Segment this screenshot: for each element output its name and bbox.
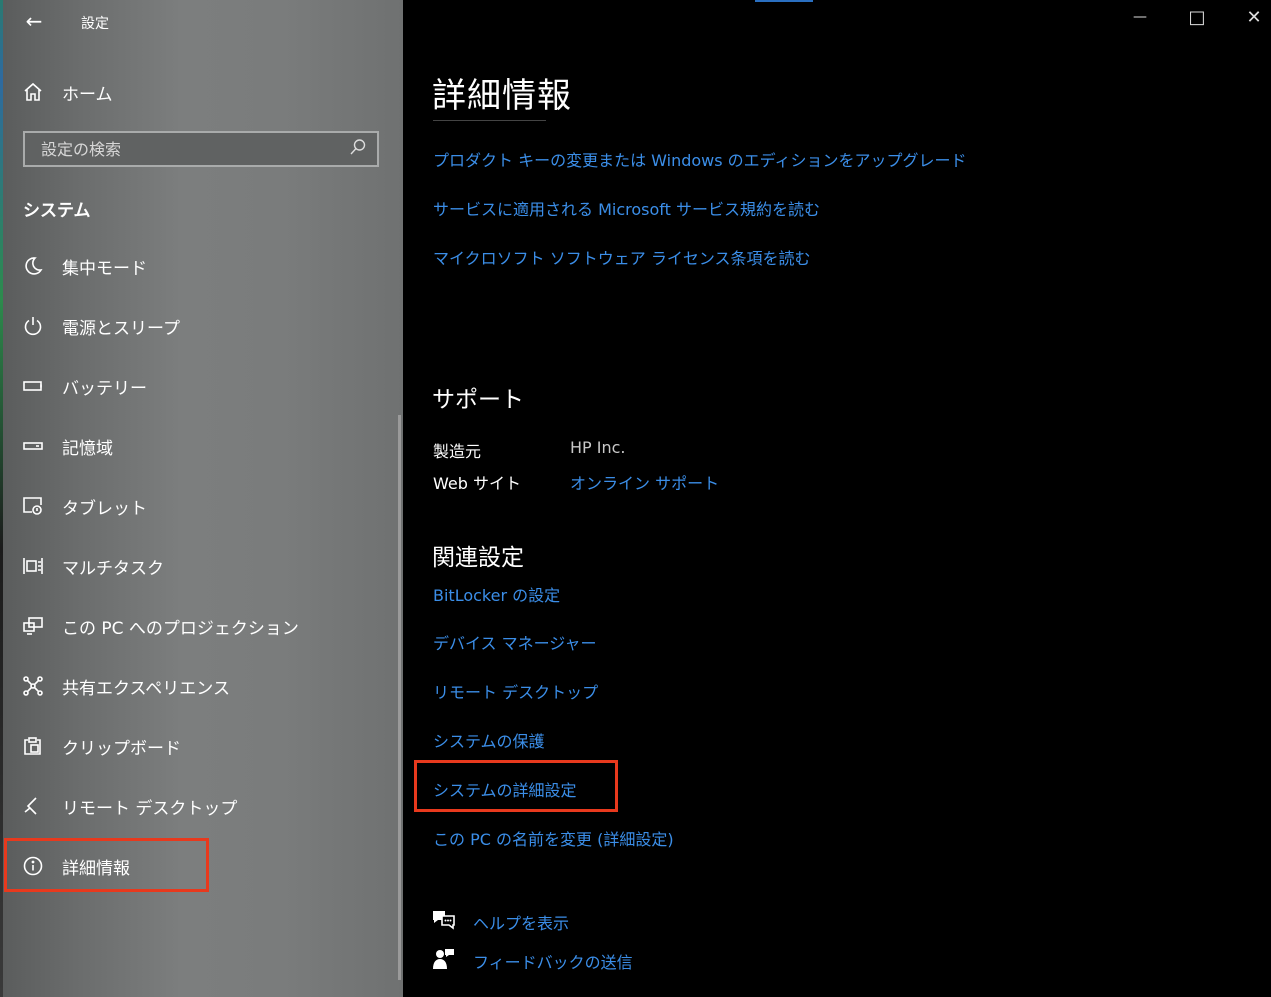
minimize-icon[interactable]: —	[1125, 9, 1155, 25]
moon-icon	[20, 253, 46, 279]
maximize-icon[interactable]: □	[1182, 7, 1212, 28]
sidebar-item-clipboard[interactable]: クリップボード	[20, 726, 390, 766]
link-product-key[interactable]: プロダクト キーの変更または Windows のエディションをアップグレード	[433, 147, 967, 171]
search-icon[interactable]	[349, 138, 367, 160]
support-title: サポート	[432, 387, 524, 413]
back-icon[interactable]: ←	[22, 9, 46, 33]
sidebar-item-projection[interactable]: この PC へのプロジェクション	[20, 606, 390, 646]
link-microsoft-services-agreement[interactable]: サービスに適用される Microsoft サービス規約を読む	[433, 196, 820, 220]
feedback-icon	[433, 947, 455, 971]
sidebar-item-label: 電源とスリープ	[62, 318, 180, 339]
support-label-manufacturer: 製造元	[433, 442, 482, 461]
section-title: システム	[23, 201, 91, 221]
search-box[interactable]	[23, 131, 379, 167]
sidebar-item-label: リモート デスクトップ	[62, 798, 238, 819]
sidebar-item-label: 集中モード	[62, 258, 147, 279]
sidebar-item-label: 記憶域	[62, 438, 113, 459]
window-title: 設定	[81, 16, 109, 32]
page-title: 詳細情報	[432, 76, 572, 116]
sidebar-item-label: 共有エクスペリエンス	[62, 678, 230, 699]
multitask-icon	[20, 553, 46, 579]
sidebar-item-label: タブレット	[62, 498, 147, 519]
clipboard-icon	[20, 733, 46, 759]
sidebar-item-remote-desktop[interactable]: リモート デスクトップ	[20, 786, 390, 826]
related-settings-title: 関連設定	[432, 545, 524, 571]
sidebar-scrollbar[interactable]	[398, 415, 401, 980]
sidebar-item-multitasking[interactable]: マルチタスク	[20, 546, 390, 586]
home-icon	[20, 79, 46, 105]
sidebar-item-shared-experiences[interactable]: 共有エクスペリエンス	[20, 666, 390, 706]
sidebar: ← 設定 ホーム システム 集中モード 電源とスリープ バッテリー	[0, 0, 403, 997]
highlight-box-advanced-settings	[414, 760, 618, 812]
sidebar-item-label: マルチタスク	[62, 558, 164, 579]
sidebar-item-label: クリップボード	[62, 738, 181, 759]
link-online-support[interactable]: オンライン サポート	[570, 470, 719, 494]
battery-icon	[20, 373, 46, 399]
link-remote-desktop[interactable]: リモート デスクトップ	[433, 679, 598, 703]
link-system-protection[interactable]: システムの保護	[433, 728, 545, 752]
sidebar-item-storage[interactable]: 記憶域	[20, 426, 390, 466]
sidebar-item-label: この PC へのプロジェクション	[62, 618, 299, 639]
title-divider	[433, 120, 546, 121]
desktop-edge	[0, 0, 3, 997]
link-bitlocker[interactable]: BitLocker の設定	[433, 582, 560, 606]
projection-icon	[20, 613, 46, 639]
shared-experience-icon	[20, 673, 46, 699]
close-icon[interactable]: ✕	[1239, 7, 1269, 28]
sidebar-item-tablet[interactable]: タブレット	[20, 486, 390, 526]
link-software-license-terms[interactable]: マイクロソフト ソフトウェア ライセンス条項を読む	[433, 245, 811, 269]
support-label-website: Web サイト	[433, 474, 521, 493]
sidebar-item-battery[interactable]: バッテリー	[20, 366, 390, 406]
sidebar-item-power-sleep[interactable]: 電源とスリープ	[20, 306, 390, 346]
search-input[interactable]	[39, 138, 323, 160]
sidebar-item-focus-assist[interactable]: 集中モード	[20, 246, 390, 286]
highlight-box-about	[4, 838, 209, 892]
help-icon	[431, 908, 457, 932]
accent-line	[755, 0, 813, 2]
sidebar-item-home[interactable]: ホーム	[20, 72, 390, 112]
sidebar-item-label: ホーム	[62, 84, 113, 105]
sidebar-item-label: バッテリー	[62, 378, 147, 399]
storage-icon	[20, 433, 46, 459]
power-icon	[20, 313, 46, 339]
support-value-manufacturer: HP Inc.	[570, 438, 626, 457]
tablet-icon	[20, 493, 46, 519]
link-get-help[interactable]: ヘルプを表示	[473, 910, 569, 934]
remote-desktop-icon	[20, 793, 46, 819]
link-device-manager[interactable]: デバイス マネージャー	[433, 630, 597, 654]
link-send-feedback[interactable]: フィードバックの送信	[473, 949, 633, 973]
link-rename-pc[interactable]: この PC の名前を変更 (詳細設定)	[433, 826, 674, 850]
